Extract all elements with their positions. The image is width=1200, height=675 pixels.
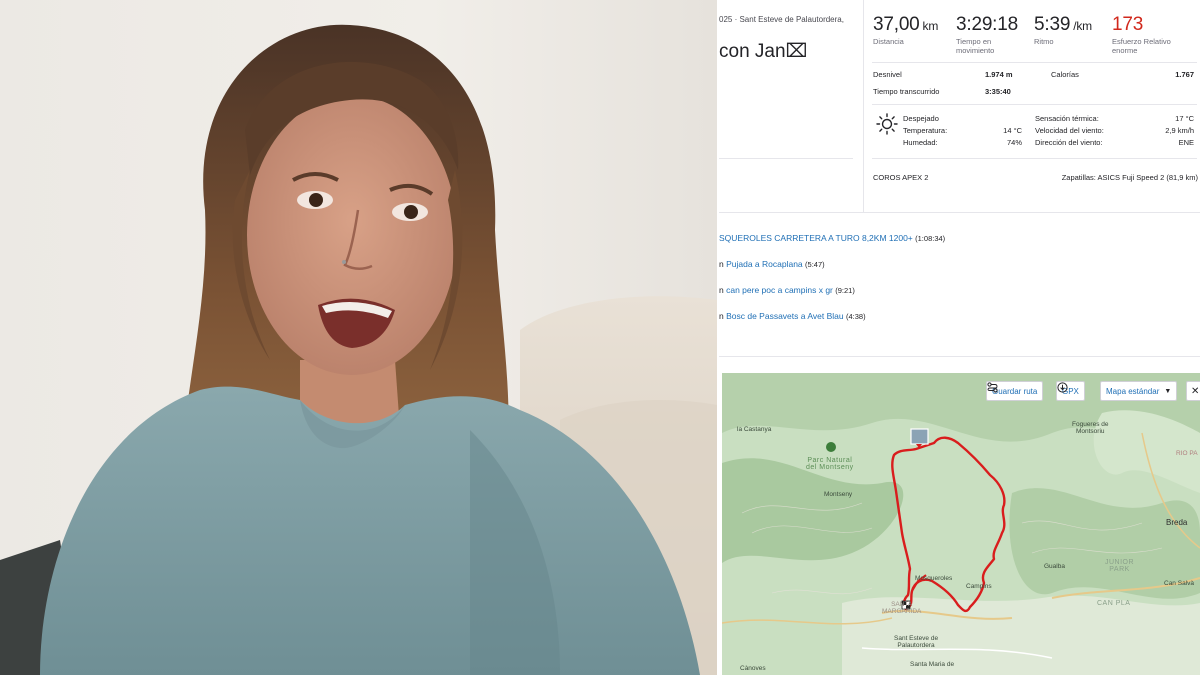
map-label: CAN PLA xyxy=(1097,600,1131,607)
map-label: Fogueres de Montsoriu xyxy=(1072,421,1109,435)
temperature-label: Temperatura: xyxy=(903,126,948,135)
map-label: RIO PA xyxy=(1176,450,1198,457)
temperature-value: 14 °C xyxy=(1003,126,1022,135)
distance-value: 37,00 xyxy=(873,14,920,35)
route-map[interactable]: la Castanya Parc Natural del Montseny Mo… xyxy=(722,373,1200,675)
segment-time: (9:21) xyxy=(835,286,855,295)
calories-value: 1.767 xyxy=(1175,70,1194,79)
stat-moving-time: 3:29:18 Tiempo en movimiento xyxy=(956,14,1018,55)
humidity-label: Humedad: xyxy=(903,138,938,147)
segment-row: n Bosc de Passavets a Avet Blau (4:38) xyxy=(719,311,866,321)
pace-value: 5:39 xyxy=(1034,14,1071,35)
gpx-button[interactable]: GPX xyxy=(1056,381,1085,401)
pace-label: Ritmo xyxy=(1034,37,1054,46)
map-label: Can Salvà xyxy=(1164,580,1194,587)
device-name: COROS APEX 2 xyxy=(873,173,929,182)
relative-effort-value: 173 xyxy=(1112,14,1144,35)
activity-date-location: 025 · Sant Esteve de Palautordera, xyxy=(719,15,844,24)
divider xyxy=(719,356,1200,357)
segment-time: (5:47) xyxy=(805,260,825,269)
elapsed-value: 3:35:40 xyxy=(985,87,1011,96)
map-type-label: Mapa estándar xyxy=(1106,386,1160,396)
distance-label: Distancia xyxy=(873,37,904,46)
pace-unit: /km xyxy=(1073,19,1092,33)
divider xyxy=(872,62,1197,63)
map-label: la Castanya xyxy=(737,426,772,433)
divider xyxy=(863,0,864,212)
relative-effort-label: Esfuerzo Relativo enorme xyxy=(1112,37,1171,55)
map-label: JUNIOR PARK xyxy=(1105,559,1135,573)
save-route-button[interactable]: Guardar ruta xyxy=(986,381,1044,401)
elevation-label: Desnivel xyxy=(873,70,902,79)
map-label: Mosqueroles xyxy=(915,575,953,582)
segment-row: n Pujada a Rocaplana (5:47) xyxy=(719,259,825,269)
map-label: Santa Maria de xyxy=(910,661,955,668)
map-label: Cànoves xyxy=(740,665,766,672)
route-overlay xyxy=(891,428,1006,613)
feels-like-value: 17 °C xyxy=(1175,114,1194,123)
activity-page: 025 · Sant Esteve de Palautordera, con J… xyxy=(719,0,1200,675)
map-label: Parc Natural del Montseny xyxy=(806,457,854,471)
map-label: Montseny xyxy=(824,491,853,498)
divider xyxy=(719,158,853,159)
wind-speed-value: 2,9 km/h xyxy=(1165,126,1194,135)
wind-direction-label: Dirección del viento: xyxy=(1035,138,1103,147)
stat-relative-effort[interactable]: 173 Esfuerzo Relativo enorme xyxy=(1112,14,1184,55)
moving-time-label: Tiempo en movimiento xyxy=(956,37,995,55)
feels-like-label: Sensación térmica: xyxy=(1035,114,1099,123)
close-icon[interactable]: ✕ xyxy=(1186,381,1200,401)
segment-link[interactable]: Pujada a Rocaplana xyxy=(726,259,803,269)
segment-link[interactable]: can pere poc a campins x gr xyxy=(726,285,833,295)
distance-unit: km xyxy=(922,19,939,33)
segment-row: n can pere poc a campins x gr (9:21) xyxy=(719,285,855,295)
divider xyxy=(872,104,1197,105)
caret-down-icon: ▼ xyxy=(1164,387,1172,395)
map-label: Campins xyxy=(966,583,992,590)
elapsed-label: Tiempo transcurrido xyxy=(873,87,940,96)
segment-link[interactable]: SQUEROLES CARRETERA A TURO 8,2KM 1200+ xyxy=(719,233,913,243)
elevation-value: 1.974 m xyxy=(985,70,1013,79)
wind-direction-value: ENE xyxy=(1178,138,1194,147)
wind-speed-label: Velocidad del viento: xyxy=(1035,126,1104,135)
segment-link[interactable]: Bosc de Passavets a Avet Blau xyxy=(726,311,844,321)
save-route-label: Guardar ruta xyxy=(992,386,1038,396)
map-label: SANTA MARGARIDA xyxy=(882,601,922,615)
stat-pace: 5:39/km Ritmo xyxy=(1034,14,1104,46)
route-icon xyxy=(987,382,998,393)
map-label: Gualba xyxy=(1044,563,1065,570)
weather-condition: Despejado xyxy=(903,114,939,123)
divider xyxy=(872,158,1197,159)
download-icon xyxy=(1057,382,1068,393)
segment-time: (4:38) xyxy=(845,312,866,321)
map-label: Breda xyxy=(1166,518,1188,527)
shoes-info[interactable]: Zapatillas: ASICS Fuji Speed 2 (81,9 km) xyxy=(1062,173,1198,182)
moving-time-value: 3:29:18 xyxy=(956,14,1018,35)
sun-icon xyxy=(876,113,898,135)
calories-label: Calorías xyxy=(1051,70,1079,79)
map-type-select[interactable]: Mapa estándar ▼ xyxy=(1100,381,1178,401)
segment-time: (1:08:34) xyxy=(915,234,946,243)
segment-row: SQUEROLES CARRETERA A TURO 8,2KM 1200+ (… xyxy=(719,233,945,243)
video-frame xyxy=(0,0,717,675)
map-label: Sant Esteve de Palautordera xyxy=(894,635,939,649)
stat-distance: 37,00 km Distancia xyxy=(873,14,943,46)
speaker-illustration xyxy=(0,0,717,675)
divider xyxy=(719,212,1200,213)
humidity-value: 74% xyxy=(1006,138,1022,147)
activity-title: con Jan⌧ xyxy=(719,41,808,62)
